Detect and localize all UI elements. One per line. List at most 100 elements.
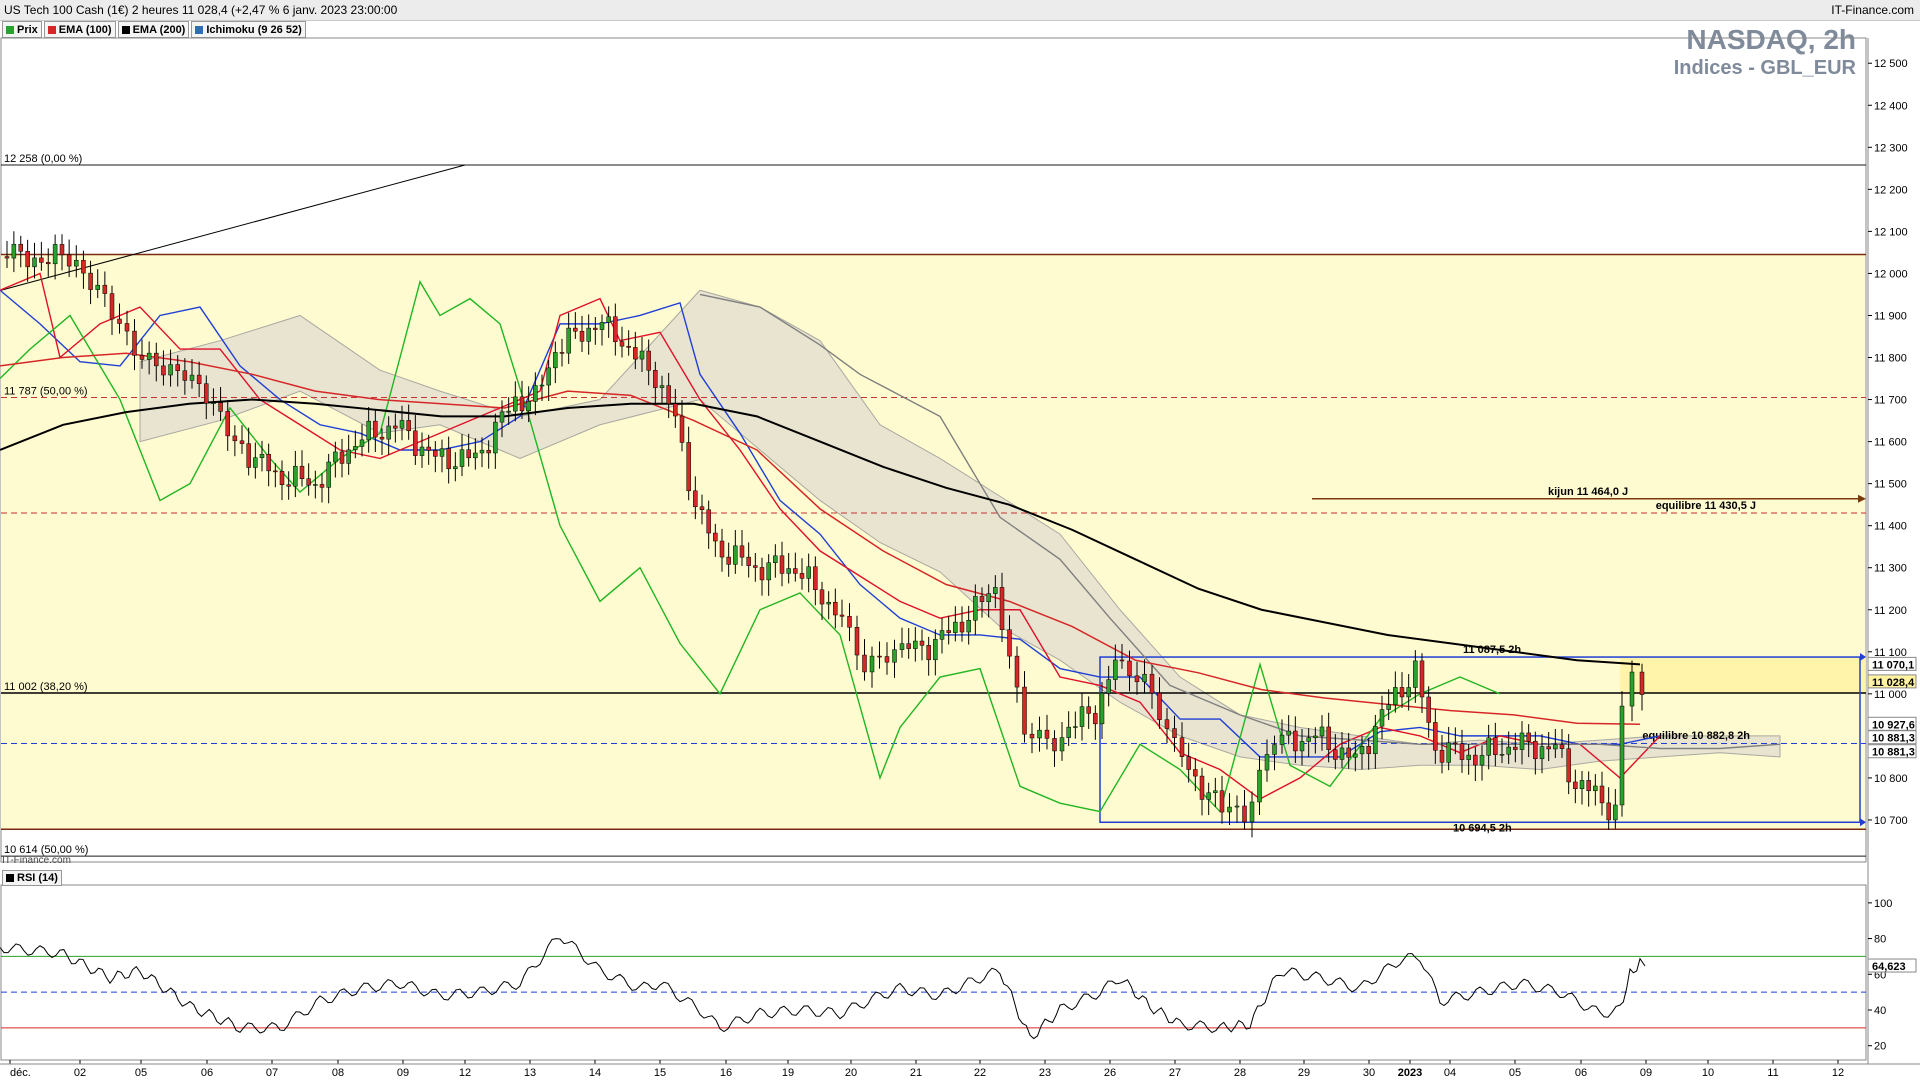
y-tick-label: 11 300 <box>1874 563 1907 575</box>
x-tick-label: 29 <box>1298 1067 1310 1079</box>
candle-body <box>533 385 538 402</box>
candle-body <box>1014 655 1020 688</box>
candle-body <box>479 449 485 454</box>
candle-body <box>726 556 731 565</box>
x-tick-label: 04 <box>1444 1067 1456 1079</box>
candle-body <box>353 446 358 451</box>
candle-body <box>959 621 965 633</box>
candle-body <box>1426 696 1431 723</box>
annotation-label: 10 694,5 2h <box>1453 822 1512 834</box>
rsi-panel-frame <box>0 884 1867 1061</box>
y-tick-label: 11 600 <box>1874 437 1907 449</box>
candle-body <box>559 352 565 354</box>
candle-body <box>593 327 598 330</box>
candle-body <box>168 364 173 376</box>
candle-body <box>1134 675 1140 683</box>
candle-body <box>246 443 251 468</box>
candle-body <box>413 430 418 456</box>
candle-body <box>913 640 918 649</box>
candle-body <box>573 327 578 332</box>
x-tick-label: 15 <box>654 1067 666 1079</box>
candle-body <box>32 257 37 268</box>
candle-body <box>406 420 411 432</box>
candle-body <box>154 352 159 367</box>
candle-body <box>1386 704 1391 710</box>
axis-price-tag-label: 11 028,4 <box>1872 677 1915 689</box>
rsi-legend-item[interactable]: RSI (14) <box>2 870 62 886</box>
candle-body <box>18 243 23 252</box>
candle-body <box>1206 792 1211 800</box>
candle-body <box>1639 671 1645 695</box>
candle-body <box>586 327 591 342</box>
candle-body <box>519 396 525 412</box>
candle-body <box>906 643 911 649</box>
y-tick-label: 11 400 <box>1874 521 1907 533</box>
candle-body <box>1573 781 1578 789</box>
candle-body <box>1219 790 1225 813</box>
candle-body <box>939 630 945 640</box>
candle-body <box>1399 687 1405 698</box>
candle-body <box>1079 706 1085 727</box>
candle-body <box>877 655 882 658</box>
y-tick-label: 11 800 <box>1874 353 1907 365</box>
x-tick-label: 16 <box>720 1067 732 1079</box>
axis-price-tag-label: 11 070,1 <box>1872 659 1914 671</box>
candle-body <box>946 630 951 633</box>
candle-body <box>1629 671 1635 707</box>
price-chart[interactable]: 12 258 (0,00 %) 11 787 (50,00 %) 11 002 (3… <box>0 0 1920 1080</box>
candle-body <box>1299 741 1305 752</box>
candle-body <box>1227 806 1232 813</box>
x-tick-label: 08 <box>332 1067 344 1079</box>
candle-body <box>1142 673 1147 683</box>
candle-body <box>333 451 338 463</box>
candle-body <box>11 243 17 259</box>
candle-body <box>211 402 216 404</box>
x-tick-label: 2023 <box>1398 1067 1422 1079</box>
candle-body <box>719 540 725 558</box>
candle-body <box>386 425 391 440</box>
candle-body <box>799 573 805 579</box>
candle-body <box>293 465 298 487</box>
candle-body <box>359 439 365 447</box>
candle-body <box>313 484 318 486</box>
candle-body <box>493 421 498 454</box>
candle-body <box>1579 780 1585 789</box>
candle-body <box>306 478 311 486</box>
candle-body <box>546 367 551 386</box>
candle-body <box>102 284 108 294</box>
candle-body <box>793 568 798 574</box>
candle-body <box>613 316 618 342</box>
x-tick-label: 09 <box>1640 1067 1652 1079</box>
candle-body <box>182 370 188 381</box>
candle-body <box>773 555 778 564</box>
candle-body <box>1326 726 1331 750</box>
candle-body <box>1479 755 1485 766</box>
candle-body <box>88 272 93 290</box>
candle-body <box>606 316 611 323</box>
candle-body <box>253 457 258 468</box>
x-tick-label: 07 <box>266 1067 278 1079</box>
candle-body <box>847 616 852 628</box>
candle-body <box>999 587 1005 630</box>
candle-body <box>1559 744 1565 749</box>
candle-body <box>1059 737 1065 752</box>
candle-body <box>813 566 818 591</box>
candle-body <box>973 596 978 621</box>
x-tick-label: 12 <box>1832 1067 1844 1079</box>
candle-body <box>117 318 122 324</box>
candle-body <box>1037 729 1042 739</box>
candle-body <box>259 453 265 458</box>
y-tick-label: 12 200 <box>1874 184 1908 196</box>
x-tick-label: 09 <box>397 1067 409 1079</box>
candle-body <box>706 509 711 534</box>
candle-body <box>204 383 209 404</box>
candle-body <box>1446 742 1451 763</box>
candle-body <box>1313 735 1318 738</box>
x-tick-label: 05 <box>1509 1067 1521 1079</box>
rsi-y-tick-label: 80 <box>1874 934 1886 946</box>
rsi-line <box>0 938 1646 1040</box>
candle-body <box>1513 746 1518 750</box>
candle-body <box>966 619 971 633</box>
candle-body <box>146 352 152 360</box>
candle-body <box>1213 790 1218 793</box>
